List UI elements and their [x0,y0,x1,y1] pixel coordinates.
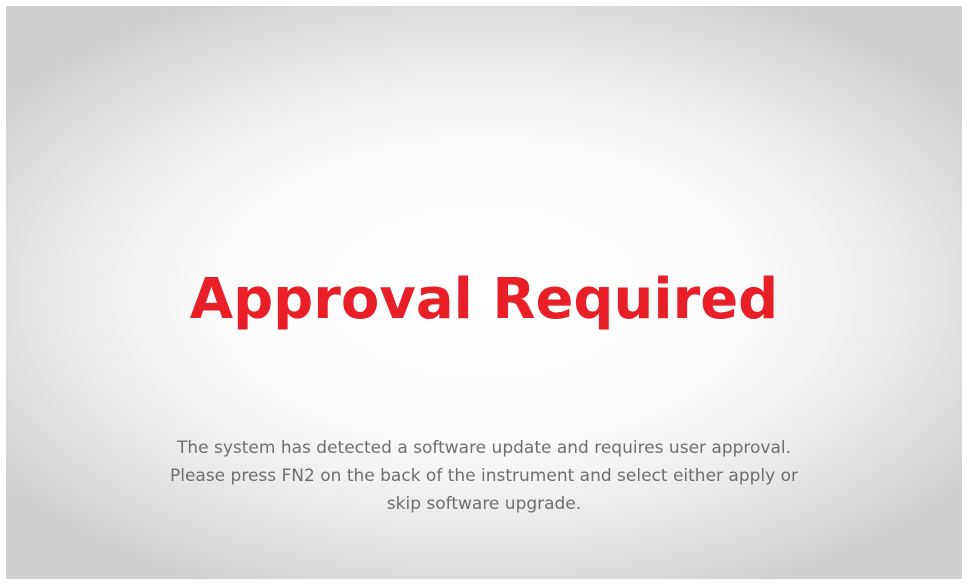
message-line-1: The system has detected a software updat… [176,438,792,458]
approval-message: The system has detected a software updat… [66,434,902,518]
message-line-3: skip software upgrade. [386,494,582,514]
page-title: Approval Required [189,267,779,332]
message-line-2: Please press FN2 on the back of the inst… [169,466,799,486]
approval-screen: Approval Required The system has detecte… [6,6,962,579]
